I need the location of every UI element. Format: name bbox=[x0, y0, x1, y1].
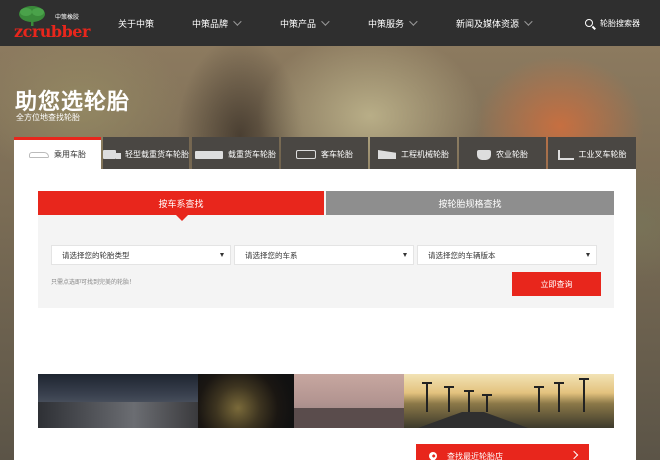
nav-services[interactable]: 中策服务 bbox=[368, 0, 418, 46]
hero-subtitle: 全方位地查找轮胎 bbox=[16, 113, 80, 122]
query-button[interactable]: 立即查询 bbox=[512, 272, 601, 296]
tire-search-link[interactable]: 轮胎搜索器 bbox=[585, 0, 640, 46]
chevron-down-icon bbox=[321, 17, 330, 26]
chevron-right-icon bbox=[569, 450, 579, 460]
tab-passenger-car[interactable]: 乘用车胎 bbox=[14, 137, 101, 169]
nav-news-media-label: 新闻及媒体资源 bbox=[456, 19, 520, 30]
logo-wordmark: zcrubber bbox=[14, 22, 90, 41]
search-box: 按车系查找 按轮胎规格查找 请选择您的轮胎类型 请选择您的车系 请选择您的车辆版… bbox=[38, 191, 614, 308]
vehicle-series-select[interactable]: 请选择您的车系 bbox=[234, 245, 414, 265]
forklift-icon bbox=[557, 149, 574, 160]
vehicle-model-select-value: 请选择您的车辆版本 bbox=[428, 250, 496, 260]
nav-about[interactable]: 关于中策 bbox=[118, 0, 154, 46]
tire-wheel-image bbox=[198, 374, 294, 428]
search-hint: 只需点选即可找到完美的轮胎！ bbox=[51, 279, 136, 286]
logo-wordmark-zc: zc bbox=[14, 22, 32, 41]
vehicle-series-select-value: 请选择您的车系 bbox=[245, 250, 298, 260]
tab-label: 工程机械轮胎 bbox=[401, 150, 449, 159]
nav-brand[interactable]: 中策品牌 bbox=[192, 0, 242, 46]
tab-label: 客车轮胎 bbox=[321, 150, 353, 159]
nav-about-label: 关于中策 bbox=[118, 19, 155, 30]
nav-products-label: 中策产品 bbox=[280, 19, 317, 30]
tab-search-by-vehicle[interactable]: 按车系查找 bbox=[38, 191, 324, 221]
dropdown-arrow-icon bbox=[586, 253, 590, 257]
tab-light-truck[interactable]: 轻型载重货车轮胎 bbox=[103, 137, 189, 169]
bus-icon bbox=[296, 150, 316, 159]
tire-search-label: 轮胎搜索器 bbox=[600, 18, 640, 28]
nav-services-label: 中策服务 bbox=[368, 19, 405, 30]
dropdown-arrow-icon bbox=[403, 253, 407, 257]
search-icon bbox=[585, 19, 593, 27]
zc-rubber-logo[interactable]: 中策橡胶 zcrubber bbox=[12, 6, 90, 42]
tab-label: 乘用车胎 bbox=[54, 150, 86, 159]
tab-agricultural[interactable]: 农业轮胎 bbox=[459, 137, 546, 169]
chevron-down-icon bbox=[233, 17, 242, 26]
location-pin-icon bbox=[427, 450, 439, 460]
nav-products[interactable]: 中策产品 bbox=[280, 0, 330, 46]
tab-bus[interactable]: 客车轮胎 bbox=[281, 137, 368, 169]
tire-finder-panel: 按车系查找 按轮胎规格查找 请选择您的轮胎类型 请选择您的车系 请选择您的车辆版… bbox=[14, 169, 636, 460]
logo-wordmark-rubber: rubber bbox=[31, 22, 91, 41]
dump-truck-icon bbox=[378, 150, 396, 159]
logo-brand-cn: 中策橡胶 bbox=[55, 14, 80, 21]
vehicle-model-select[interactable]: 请选择您的车辆版本 bbox=[417, 245, 597, 265]
tire-type-select-value: 请选择您的轮胎类型 bbox=[62, 250, 130, 260]
tab-heavy-truck[interactable]: 载重货车轮胎 bbox=[192, 137, 279, 169]
tractor-icon bbox=[477, 149, 491, 160]
tab-search-by-size[interactable]: 按轮胎规格查找 bbox=[326, 191, 614, 215]
tab-label: 农业轮胎 bbox=[496, 150, 528, 159]
tab-label: 载重货车轮胎 bbox=[228, 150, 276, 159]
tab-label: 轻型载重货车轮胎 bbox=[125, 150, 189, 159]
promo-banner-image bbox=[38, 374, 614, 428]
tab-forklift[interactable]: 工业叉车轮胎 bbox=[548, 137, 636, 169]
find-nearest-store-button[interactable]: 查找最近轮胎店 bbox=[416, 444, 589, 460]
find-nearest-store-label: 查找最近轮胎店 bbox=[447, 451, 503, 460]
tire-type-select[interactable]: 请选择您的轮胎类型 bbox=[51, 245, 231, 265]
nav-news-media[interactable]: 新闻及媒体资源 bbox=[456, 0, 533, 46]
dropdown-arrow-icon bbox=[220, 253, 224, 257]
nav-brand-label: 中策品牌 bbox=[192, 19, 229, 30]
truck-icon bbox=[103, 150, 121, 159]
car-icon bbox=[29, 151, 49, 158]
chevron-down-icon bbox=[409, 17, 418, 26]
tire-category-tabs: 乘用车胎 轻型载重货车轮胎 载重货车轮胎 客车轮胎 工程机械轮胎 农业轮胎 工业… bbox=[14, 137, 636, 169]
tab-engineering[interactable]: 工程机械轮胎 bbox=[370, 137, 457, 169]
tab-label: 工业叉车轮胎 bbox=[578, 150, 627, 159]
top-navigation-bar: 中策橡胶 zcrubber 关于中策 中策品牌 中策产品 中策服务 新闻及媒体资… bbox=[0, 0, 660, 46]
trailer-truck-icon bbox=[195, 150, 223, 159]
chevron-down-icon bbox=[524, 17, 533, 26]
